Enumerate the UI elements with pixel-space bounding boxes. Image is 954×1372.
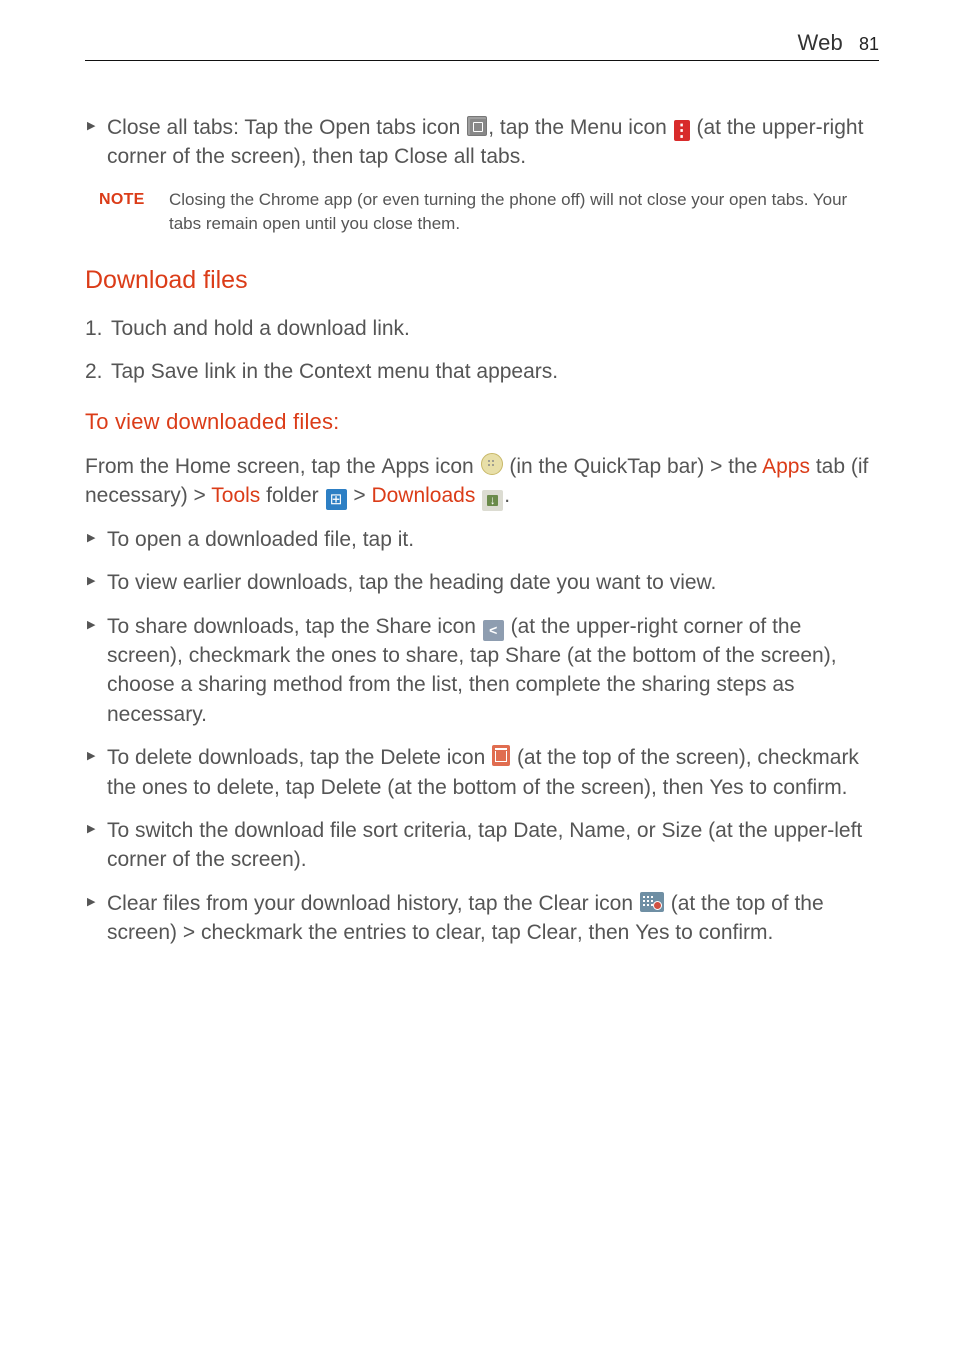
text: (in the QuickTap bar) > the: [504, 455, 763, 478]
text: , tap the: [488, 116, 570, 139]
accent-text: Apps: [762, 455, 810, 478]
bold-text: Close all tabs: [394, 145, 520, 168]
text: icon: [441, 746, 491, 769]
view-item-share: To share downloads, tap the Share icon (…: [85, 612, 879, 730]
view-item-clear: Clear files from your download history, …: [85, 889, 879, 948]
accent-text: Downloads: [371, 484, 475, 507]
bold-text: Save link: [151, 360, 236, 383]
view-item-sort: To switch the download file sort criteri…: [85, 816, 879, 875]
clear-icon: [640, 892, 664, 912]
bold-text: Yes: [635, 921, 669, 944]
text: in the Context menu that appears.: [236, 360, 558, 383]
text: From the Home screen, tap the: [85, 455, 381, 478]
note-text: Closing the Chrome app (or even turning …: [169, 188, 879, 237]
menu-icon: [674, 120, 690, 141]
step-number: 1.: [85, 314, 111, 343]
text: (at the bottom of the screen), then: [381, 776, 709, 799]
text: Tap: [111, 360, 151, 383]
bold-text: Delete: [380, 746, 441, 769]
text: [475, 484, 481, 507]
text: : Tap the: [233, 116, 319, 139]
view-intro-paragraph: From the Home screen, tap the Apps icon …: [85, 452, 879, 511]
text: , or: [625, 819, 661, 842]
bold-text: Size: [661, 819, 702, 842]
text: To share downloads, tap the: [107, 615, 376, 638]
step-1: 1. Touch and hold a download link.: [85, 314, 879, 343]
open-tabs-icon: [467, 116, 487, 136]
bold-text: Delete: [321, 776, 382, 799]
delete-icon: [492, 745, 510, 766]
text: , then: [577, 921, 635, 944]
view-item-earlier: To view earlier downloads, tap the headi…: [85, 568, 879, 597]
text: Clear files from your download history, …: [107, 892, 538, 915]
step-text: Touch and hold a download link.: [111, 314, 410, 343]
bold-text: Clear: [527, 921, 577, 944]
bold-text: Close all tabs: [107, 116, 233, 139]
bold-text: Share: [376, 615, 432, 638]
step-2: 2. Tap Save link in the Context menu tha…: [85, 357, 879, 386]
close-all-tabs-item: Close all tabs: Tap the Open tabs icon ,…: [85, 113, 879, 172]
bold-text: Apps: [381, 455, 429, 478]
text: icon: [429, 455, 479, 478]
share-icon: [483, 620, 504, 641]
text: .: [520, 145, 526, 168]
bold-text: Open tabs: [319, 116, 416, 139]
bold-text: Clear: [538, 892, 588, 915]
text: >: [348, 484, 372, 507]
download-files-heading: Download files: [85, 263, 879, 298]
view-downloaded-heading: To view downloaded files:: [85, 407, 879, 438]
text: .: [504, 484, 510, 507]
bold-text: Share: [505, 644, 561, 667]
text: icon: [416, 116, 466, 139]
note-label: NOTE: [99, 188, 169, 237]
step-number: 2.: [85, 357, 111, 386]
text: folder: [260, 484, 324, 507]
text: to confirm.: [669, 921, 773, 944]
text: icon: [589, 892, 639, 915]
downloads-icon: [482, 490, 503, 511]
section-label: Web: [798, 30, 843, 56]
text: ,: [558, 819, 570, 842]
text: To switch the download file sort criteri…: [107, 819, 513, 842]
view-item-delete: To delete downloads, tap the Delete icon…: [85, 743, 879, 802]
tools-folder-icon: [326, 489, 347, 510]
bold-text: Name: [569, 819, 625, 842]
note-block: NOTE Closing the Chrome app (or even tur…: [99, 188, 879, 237]
step-text: Tap Save link in the Context menu that a…: [111, 357, 558, 386]
text: icon: [622, 116, 672, 139]
text: to confirm.: [744, 776, 848, 799]
text: To delete downloads, tap the: [107, 746, 380, 769]
apps-icon: [481, 453, 503, 475]
page-number: 81: [859, 34, 879, 55]
page-header: Web 81: [85, 30, 879, 61]
text: icon: [432, 615, 482, 638]
accent-text: Tools: [211, 484, 260, 507]
bold-text: Date: [513, 819, 557, 842]
view-item-open: To open a downloaded file, tap it.: [85, 525, 879, 554]
bold-text: Menu: [570, 116, 623, 139]
bold-text: Yes: [709, 776, 743, 799]
